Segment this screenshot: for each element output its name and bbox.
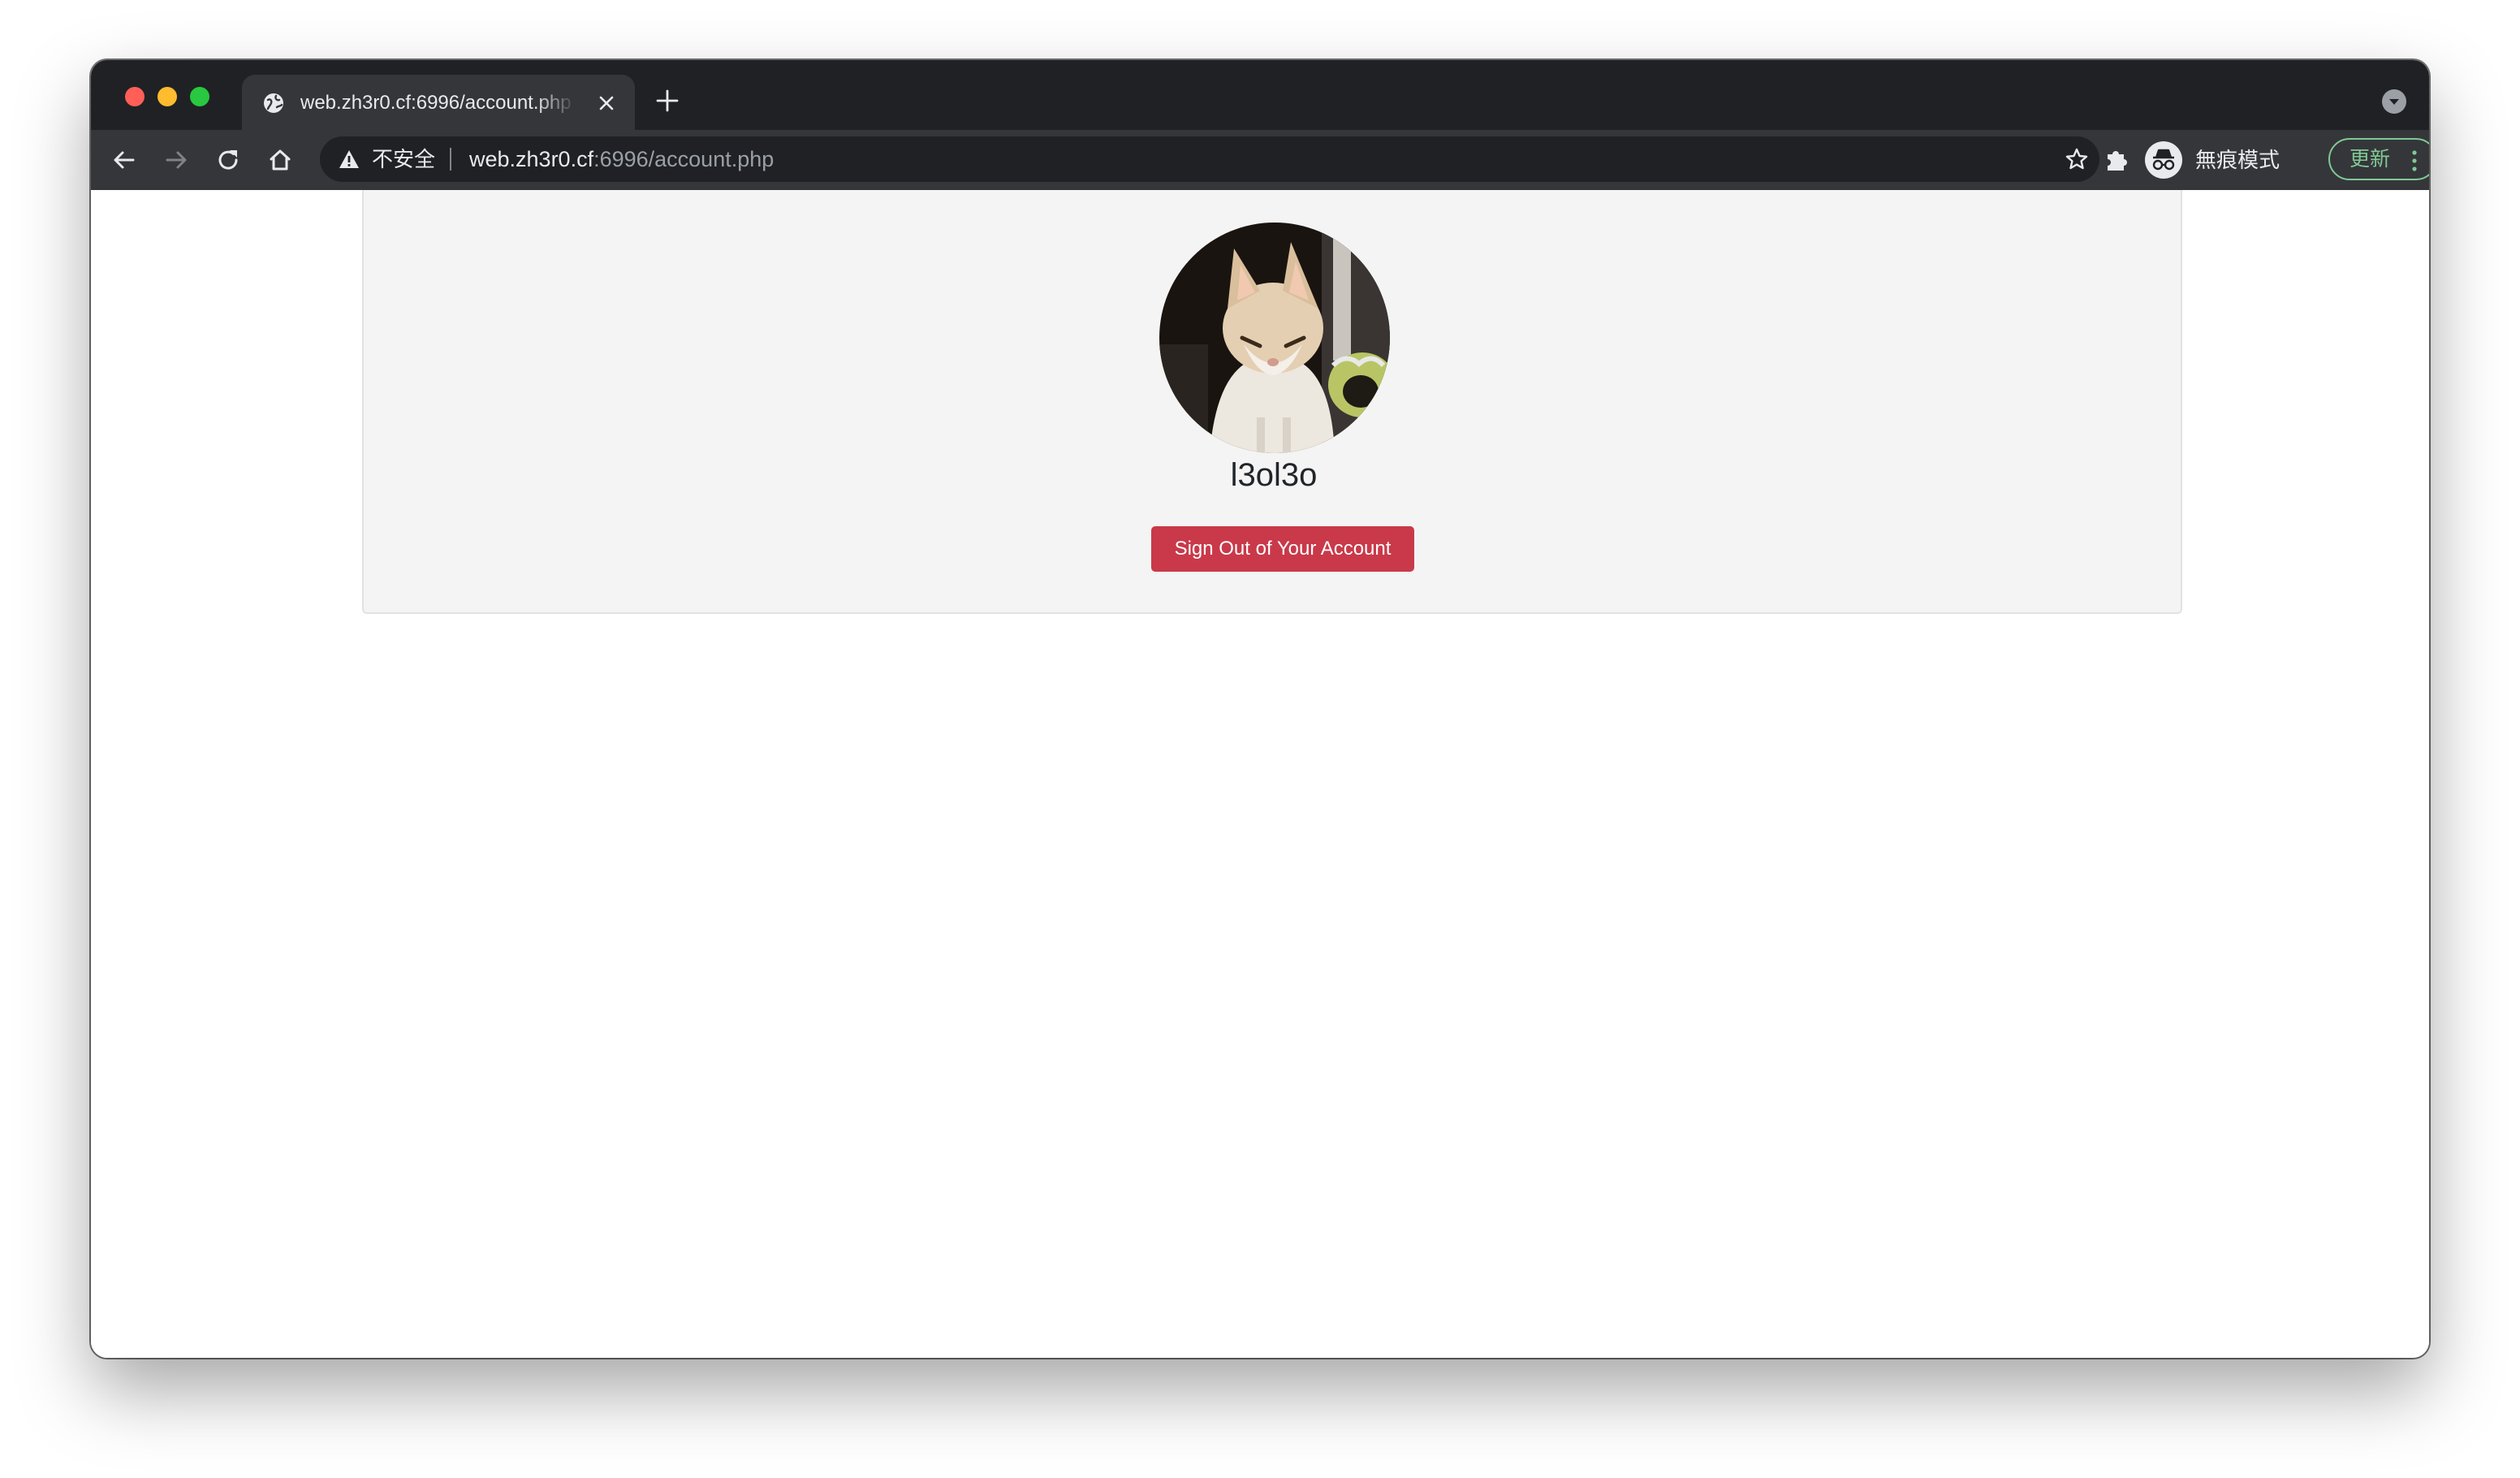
bookmark-star-icon[interactable] (2064, 146, 2090, 172)
more-menu-icon[interactable] (2411, 149, 2418, 172)
security-status-label[interactable]: 不安全 (372, 146, 435, 172)
tab-title: web.zh3r0.cf:6996/account.php (300, 92, 572, 114)
close-icon[interactable] (596, 93, 617, 114)
account-card: l3ol3o Sign Out of Your Account (362, 190, 2182, 614)
browser-window: web.zh3r0.cf:6996/account.php 不安全 web.zh… (91, 60, 2429, 1358)
url-host: web.zh3r0.cf (469, 147, 594, 171)
forward-arrow-icon[interactable] (162, 146, 190, 174)
home-icon[interactable] (266, 146, 294, 174)
warning-triangle-icon[interactable] (338, 148, 360, 171)
globe-icon (264, 93, 283, 113)
update-label: 更新 (2350, 148, 2391, 171)
reload-icon[interactable] (214, 146, 242, 174)
address-bar[interactable]: 不安全 web.zh3r0.cf:6996/account.php (320, 136, 2099, 182)
tab-search-chevron-icon[interactable] (2382, 89, 2406, 114)
back-arrow-icon[interactable] (110, 146, 138, 174)
page-viewport: l3ol3o Sign Out of Your Account (91, 190, 2429, 1358)
extensions-puzzle-icon[interactable] (2103, 145, 2132, 174)
browser-toolbar: 不安全 web.zh3r0.cf:6996/account.php 無痕模式 更… (91, 130, 2429, 190)
window-maximize-button[interactable] (190, 87, 209, 106)
screenshot-stage: web.zh3r0.cf:6996/account.php 不安全 web.zh… (0, 0, 2520, 1478)
cat-photo (1159, 223, 1390, 453)
avatar (1159, 223, 1390, 453)
sign-out-button[interactable]: Sign Out of Your Account (1151, 526, 1414, 572)
window-minimize-button[interactable] (158, 87, 177, 106)
new-tab-plus-icon[interactable] (654, 88, 680, 114)
omnibox-divider (450, 148, 451, 171)
username: l3ol3o (1230, 457, 1318, 493)
url-text[interactable]: web.zh3r0.cf:6996/account.php (469, 146, 774, 172)
url-path: :6996/account.php (593, 147, 775, 171)
browser-tab[interactable]: web.zh3r0.cf:6996/account.php (242, 75, 635, 130)
window-close-button[interactable] (125, 87, 145, 106)
tab-strip: web.zh3r0.cf:6996/account.php (91, 60, 2429, 130)
update-button[interactable]: 更新 (2328, 138, 2429, 180)
incognito-label[interactable]: 無痕模式 (2195, 146, 2280, 174)
incognito-icon[interactable] (2145, 141, 2182, 179)
